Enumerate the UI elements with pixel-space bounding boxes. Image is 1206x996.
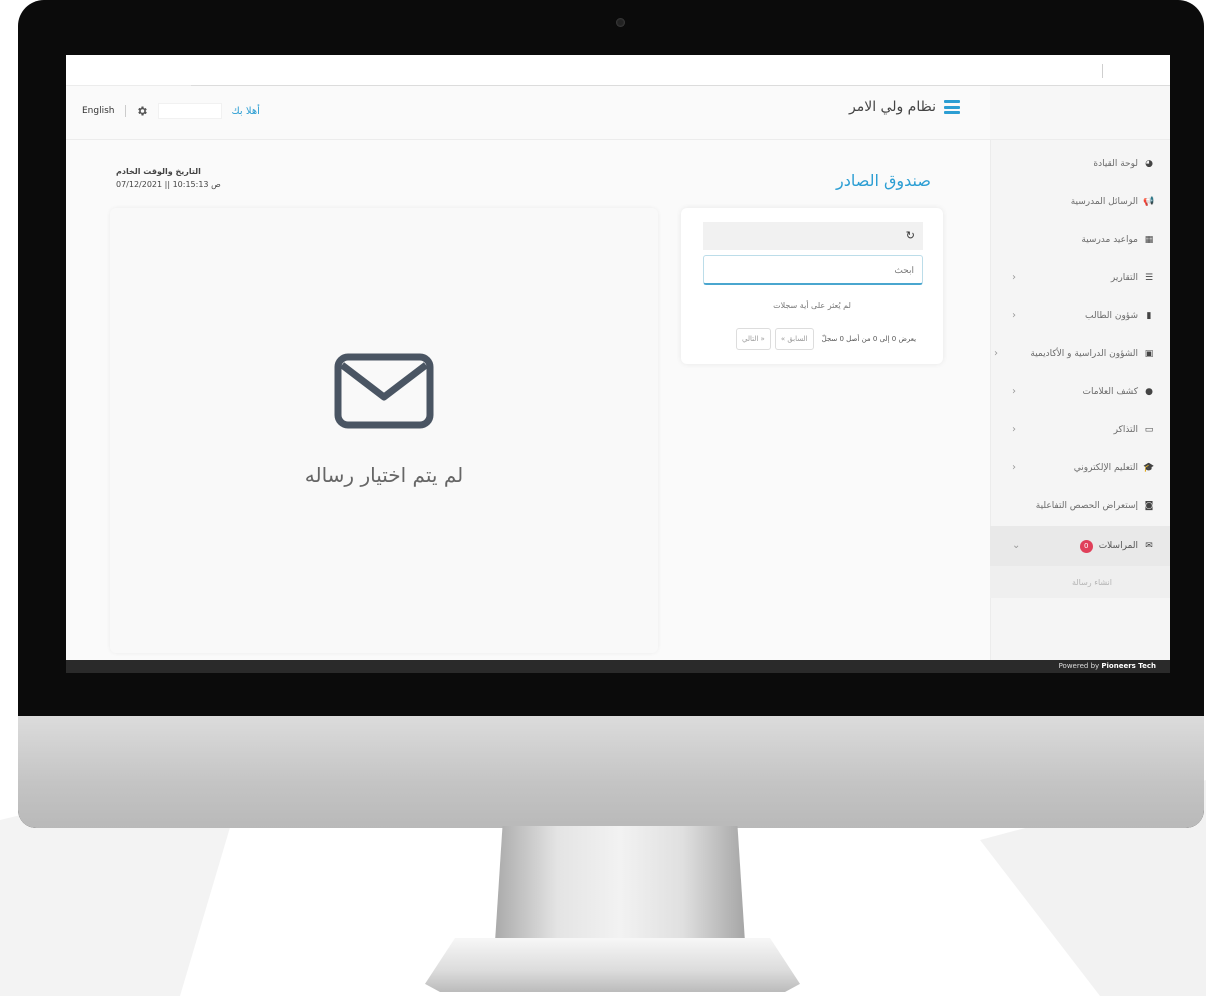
server-time-label: التاريخ والوقت الخادم [116, 167, 201, 176]
user-name-box[interactable] [157, 103, 222, 119]
sidebar: ◕ لوحة القيادة 📢 الرسائل المدرسية ▦ مواع… [990, 140, 1170, 660]
refresh-icon[interactable]: ↻ [906, 229, 915, 242]
chevron-left-icon: ‹ [1012, 386, 1016, 397]
language-switch[interactable]: English [82, 106, 115, 116]
sidebar-top [990, 86, 1170, 140]
powered-brand: Pioneers Tech [1101, 662, 1156, 670]
chevron-down-icon: ⌄ [1012, 540, 1021, 551]
powered-prefix: Powered by [1058, 662, 1100, 670]
sidebar-item-label: المراسلات [1098, 541, 1138, 551]
pagination: « التالي السابق » يعرض 0 إلى 0 من أصل 0 … [736, 328, 916, 350]
sidebar-item-e-learning[interactable]: 🎓 التعليم الإلكتروني ‹ [990, 449, 1170, 487]
message-view-panel: لم يتم اختيار رساله [110, 208, 658, 653]
footer: Powered by Pioneers Tech [66, 660, 1170, 673]
briefcase-icon: ▣ [1144, 349, 1154, 359]
browser-bar [66, 55, 1170, 86]
sidebar-item-interactive-classes[interactable]: ◙ إستعراض الحصص التفاعلية [990, 487, 1170, 525]
sidebar-item-reports[interactable]: ☰ التقارير ‹ [990, 259, 1170, 297]
sidebar-item-academic-affairs[interactable]: ▣ الشؤون الدراسية و الأكاديمية ‹ [990, 335, 1170, 373]
welcome-text: أهلا بك [231, 105, 260, 117]
dashboard-icon: ◕ [1145, 159, 1153, 169]
header-user-area: English أهلا بك [82, 103, 260, 119]
sidebar-item-label: إستعراض الحصص التفاعلية [1035, 501, 1138, 511]
sidebar-item-student-affairs[interactable]: ▮ شؤون الطالب ‹ [990, 297, 1170, 335]
chevron-left-icon: ‹ [1012, 424, 1016, 435]
sidebar-item-grades[interactable]: ● كشف العلامات ‹ [990, 373, 1170, 411]
graduation-cap-icon: 🎓 [1143, 463, 1155, 473]
sidebar-item-label: لوحة القيادة [1093, 159, 1138, 169]
envelope-icon [334, 353, 434, 429]
monitor-stand [495, 826, 745, 942]
sidebar-item-dashboard[interactable]: ◕ لوحة القيادة [990, 145, 1170, 183]
list-icon: ☰ [1144, 273, 1154, 283]
chevron-left-icon: ‹ [1012, 272, 1016, 283]
book-icon: ▮ [1146, 311, 1152, 321]
circle-icon: ● [1145, 387, 1153, 397]
message-list-panel: ↻ لم يُعثر على أية سجلات « التالي السابق… [681, 208, 943, 364]
calendar-icon: ▦ [1144, 235, 1154, 245]
sidebar-item-label: شؤون الطالب [1085, 311, 1138, 321]
next-page-button[interactable]: « التالي [736, 328, 771, 350]
envelope-icon: ✉ [1145, 541, 1153, 551]
sidebar-item-label: كشف العلامات [1082, 387, 1138, 397]
server-time-value: 07/12/2021 || 10:15:13 ص [116, 180, 221, 189]
unread-badge: 0 [1079, 539, 1093, 553]
app-title-area: نظام ولي الامر [849, 99, 960, 115]
page-title: صندوق الصادر [836, 171, 931, 190]
app-header: English أهلا بك نظام ولي الامر [66, 86, 990, 140]
sidebar-item-label: التعليم الإلكتروني [1073, 463, 1138, 473]
browser-separator [1102, 64, 1103, 78]
chevron-left-icon: ‹ [1012, 462, 1016, 473]
screen: English أهلا بك نظام ولي الامر ◕ لوحة ال… [66, 55, 1170, 673]
laptop-icon: ▭ [1144, 425, 1154, 435]
empty-state-text: لم يتم اختيار رساله [304, 463, 464, 487]
sidebar-subitem-new-message[interactable]: انشاء رسالة [990, 566, 1170, 598]
server-time: التاريخ والوقت الخادم 07/12/2021 || 10:1… [116, 165, 221, 191]
sidebar-item-label: مواعيد مدرسية [1081, 235, 1138, 245]
menu-toggle-icon[interactable] [944, 100, 960, 114]
sidebar-item-appointments[interactable]: ▦ مواعيد مدرسية [990, 221, 1170, 259]
sidebar-item-label: الشؤون الدراسية و الأكاديمية [1030, 349, 1138, 359]
camera [616, 18, 625, 27]
sidebar-item-label: التذاكر [1113, 425, 1138, 435]
megaphone-icon: 📢 [1143, 197, 1155, 207]
sidebar-item-correspondence[interactable]: ✉ المراسلات 0 ⌄ [990, 526, 1170, 566]
gear-icon[interactable] [136, 105, 148, 117]
camera-icon: ◙ [1144, 501, 1154, 511]
prev-page-button[interactable]: السابق » [774, 328, 814, 350]
footer-powered-by: Powered by Pioneers Tech [1059, 662, 1156, 670]
monitor-stand-base [425, 938, 800, 992]
monitor-chin [18, 716, 1204, 828]
no-records-text: لم يُعثر على أية سجلات [773, 301, 851, 310]
search-input[interactable] [703, 255, 923, 285]
chevron-left-icon: ‹ [1012, 310, 1016, 321]
sidebar-item-tickets[interactable]: ▭ التذاكر ‹ [990, 411, 1170, 449]
chevron-left-icon: ‹ [994, 348, 998, 359]
paging-info: يعرض 0 إلى 0 من أصل 0 سجلّ [821, 335, 917, 343]
app-title: نظام ولي الامر [848, 99, 936, 115]
sidebar-item-label: الرسائل المدرسية [1070, 197, 1138, 207]
header-separator [124, 105, 126, 117]
sidebar-item-school-messages[interactable]: 📢 الرسائل المدرسية [990, 183, 1170, 221]
sidebar-item-label: التقارير [1110, 273, 1138, 283]
list-toolbar: ↻ [703, 222, 923, 250]
